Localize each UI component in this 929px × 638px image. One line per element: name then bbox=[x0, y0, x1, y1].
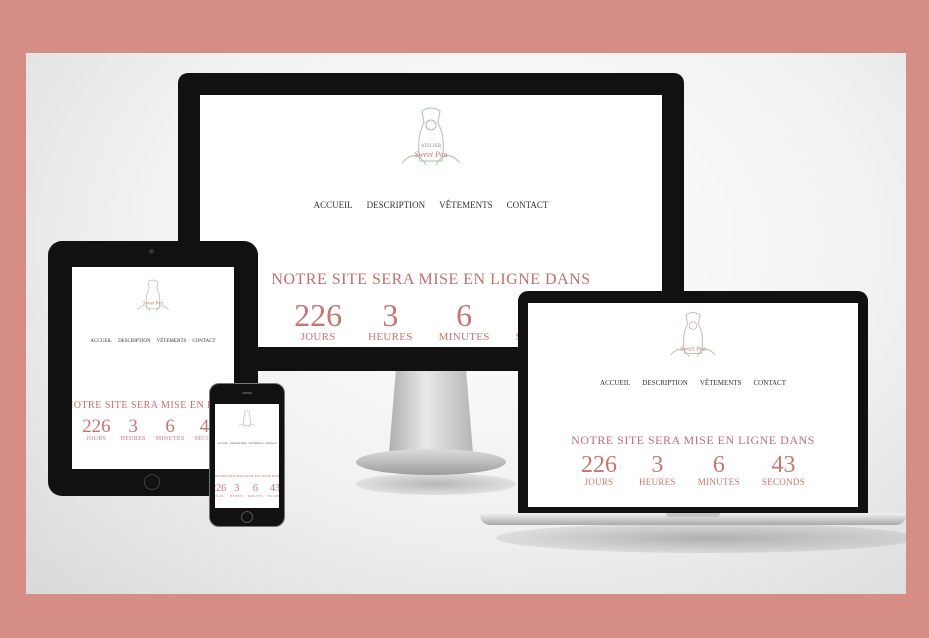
nav-description[interactable]: DESCRIPTION bbox=[230, 442, 246, 445]
nav-contact[interactable]: CONTACT bbox=[265, 442, 277, 445]
countdown-hours: 3 HEURES bbox=[638, 452, 676, 487]
tablet-nav: ACCUEIL DESCRIPTION VÊTEMENTS CONTACT bbox=[72, 339, 234, 344]
laptop-shadow bbox=[496, 523, 906, 553]
tablet-camera-icon bbox=[149, 249, 154, 254]
laptop-nav: ACCUEIL DESCRIPTION VÊTEMENTS CONTACT bbox=[528, 379, 858, 387]
nav-accueil[interactable]: ACCUEIL bbox=[217, 442, 228, 445]
nav-vetements[interactable]: VÊTEMENTS bbox=[700, 379, 742, 387]
nav-accueil[interactable]: ACCUEIL bbox=[90, 339, 112, 344]
dress-logo-icon: ATELIER Sweet Pea bbox=[401, 107, 461, 166]
monitor-shadow bbox=[356, 473, 516, 495]
phone-screen: ACCUEIL DESCRIPTION VÊTEMENTS CONTACT NO… bbox=[215, 404, 279, 508]
laptop-device: Sweet Pea ACCUEIL DESCRIPTION VÊTEMENTS … bbox=[518, 291, 868, 513]
nav-vetements[interactable]: VÊTEMENTS bbox=[248, 442, 263, 445]
countdown-hours: 3 HEURES bbox=[230, 483, 244, 499]
nav-accueil[interactable]: ACCUEIL bbox=[314, 200, 353, 210]
countdown-minutes: 6 MINUTES bbox=[438, 297, 490, 343]
phone-countdown: 226JOURS 3HEURES 6MINUTES 43SECONDS bbox=[215, 483, 279, 499]
phone-headline: NOTRE SITE SERA MISE EN LIGNE DANS bbox=[215, 474, 279, 478]
nav-contact[interactable]: CONTACT bbox=[753, 379, 786, 387]
laptop-screen: Sweet Pea ACCUEIL DESCRIPTION VÊTEMENTS … bbox=[528, 303, 858, 507]
countdown-days: 226JOURS bbox=[215, 483, 227, 499]
dress-logo-icon: Sweet Pea bbox=[670, 312, 716, 357]
phone-home-button-icon[interactable] bbox=[241, 511, 253, 523]
phone-nav: ACCUEIL DESCRIPTION VÊTEMENTS CONTACT bbox=[215, 442, 279, 445]
countdown-days: 226JOURS bbox=[294, 297, 343, 343]
monitor-stand bbox=[389, 371, 473, 451]
countdown-minutes: 6 MINUTES bbox=[247, 483, 264, 499]
laptop-headline: NOTRE SITE SERA MISE EN LIGNE DANS bbox=[571, 433, 815, 447]
nav-description[interactable]: DESCRIPTION bbox=[642, 379, 688, 387]
nav-description[interactable]: DESCRIPTION bbox=[367, 200, 426, 210]
countdown-hours: 3 HEURES bbox=[368, 297, 413, 343]
svg-text:ATELIER: ATELIER bbox=[421, 144, 442, 149]
launch-headline: NOTRE SITE SERA MISE EN LIGNE DANS bbox=[271, 271, 591, 288]
countdown-days: 226JOURS bbox=[82, 416, 111, 442]
svg-text:Sweet Pea: Sweet Pea bbox=[414, 150, 447, 159]
tablet-logo: Sweet Pea bbox=[134, 273, 172, 328]
laptop-logo: Sweet Pea bbox=[666, 307, 720, 374]
nav-contact[interactable]: CONTACT bbox=[192, 339, 215, 344]
dress-logo-icon: Sweet Pea bbox=[136, 279, 170, 312]
countdown-days: 226JOURS bbox=[580, 452, 617, 487]
nav-description[interactable]: DESCRIPTION bbox=[118, 339, 151, 344]
nav-vetements[interactable]: VÊTEMENTS bbox=[439, 200, 493, 210]
nav-vetements[interactable]: VÊTEMENTS bbox=[157, 339, 187, 344]
countdown-seconds: 43SECONDS bbox=[267, 483, 279, 499]
mockup-backdrop: ATELIER Sweet Pea ACCUEIL DESCRIPTION VÊ… bbox=[26, 53, 906, 594]
phone-speaker-icon bbox=[242, 392, 252, 394]
countdown-minutes: 6 MINUTES bbox=[155, 416, 185, 442]
nav-accueil[interactable]: ACCUEIL bbox=[600, 379, 630, 387]
tablet-home-button-icon[interactable] bbox=[144, 474, 160, 490]
laptop-countdown: 226 JOURS 3 HEURES 6 MINUTES 43 SECONDS bbox=[528, 453, 858, 487]
main-nav: ACCUEIL DESCRIPTION VÊTEMENTS CONTACT bbox=[200, 200, 662, 210]
site-logo: ATELIER Sweet Pea bbox=[396, 103, 466, 184]
nav-contact[interactable]: CONTACT bbox=[507, 200, 549, 210]
dress-logo-icon bbox=[238, 410, 256, 428]
svg-text:Sweet Pea: Sweet Pea bbox=[680, 346, 705, 352]
laptop-base bbox=[480, 513, 906, 525]
laptop-notch bbox=[666, 513, 720, 517]
phone-logo bbox=[237, 407, 257, 438]
countdown-seconds: 43SECONDS bbox=[761, 452, 806, 487]
monitor-base bbox=[356, 449, 506, 475]
phone-device: ACCUEIL DESCRIPTION VÊTEMENTS CONTACT NO… bbox=[209, 383, 285, 527]
countdown-hours: 3 HEURES bbox=[120, 416, 146, 442]
countdown-minutes: 6 MINUTES bbox=[697, 452, 740, 487]
svg-text:Sweet Pea: Sweet Pea bbox=[143, 302, 164, 307]
